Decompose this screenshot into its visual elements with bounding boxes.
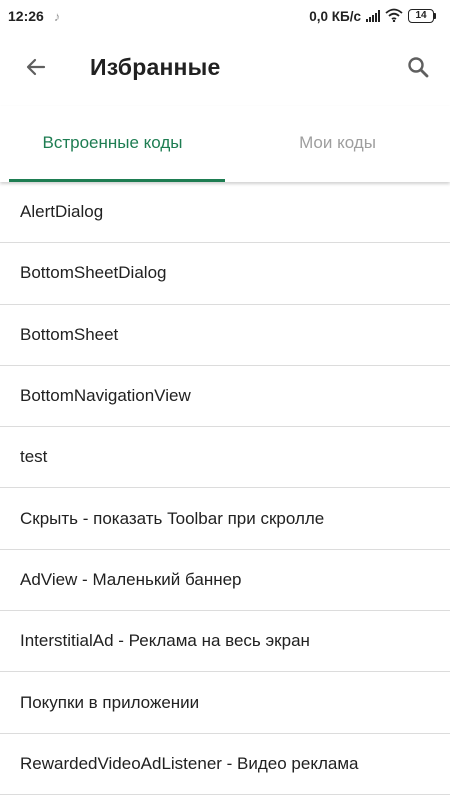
list-item[interactable]: InterstitialAd - Реклама на весь экран xyxy=(0,611,450,673)
list-item[interactable]: Скрыть - показать Toolbar при скролле xyxy=(0,488,450,550)
cellular-signal-icon xyxy=(366,10,380,22)
tab-my-codes[interactable]: Мои коды xyxy=(225,106,450,182)
list-item[interactable]: BottomNavigationView xyxy=(0,366,450,428)
list-item[interactable]: AlertDialog xyxy=(0,182,450,244)
selected-tab-indicator xyxy=(9,179,225,182)
tab-builtin-codes[interactable]: Встроенные коды xyxy=(0,106,225,182)
battery-level: 14 xyxy=(408,9,434,23)
status-bar: 12:26 ♪ 0,0 КБ/с 14 xyxy=(0,0,450,32)
search-icon xyxy=(408,57,429,78)
music-note-icon: ♪ xyxy=(53,8,61,24)
list-item[interactable]: BottomSheet xyxy=(0,305,450,366)
search-button[interactable] xyxy=(398,47,438,87)
back-button[interactable] xyxy=(16,47,56,87)
wifi-icon xyxy=(385,8,403,25)
network-speed: 0,0 КБ/с xyxy=(309,8,361,24)
app-bar: Избранные xyxy=(0,32,450,106)
battery-icon: 14 xyxy=(408,9,436,23)
list-item[interactable]: Покупки в приложении xyxy=(0,672,450,734)
list-item[interactable]: test xyxy=(0,427,450,489)
favorites-list: AlertDialog BottomSheetDialog BottomShee… xyxy=(0,182,450,795)
page-title: Избранные xyxy=(90,54,221,80)
status-time: 12:26 xyxy=(8,8,44,24)
tab-bar: Встроенные коды Мои коды xyxy=(0,106,450,182)
arrow-left-icon xyxy=(26,58,46,76)
list-item[interactable]: RewardedVideoAdListener - Видео реклама xyxy=(0,734,450,795)
list-item[interactable]: BottomSheetDialog xyxy=(0,243,450,305)
list-item[interactable]: AdView - Маленький баннер xyxy=(0,550,450,612)
